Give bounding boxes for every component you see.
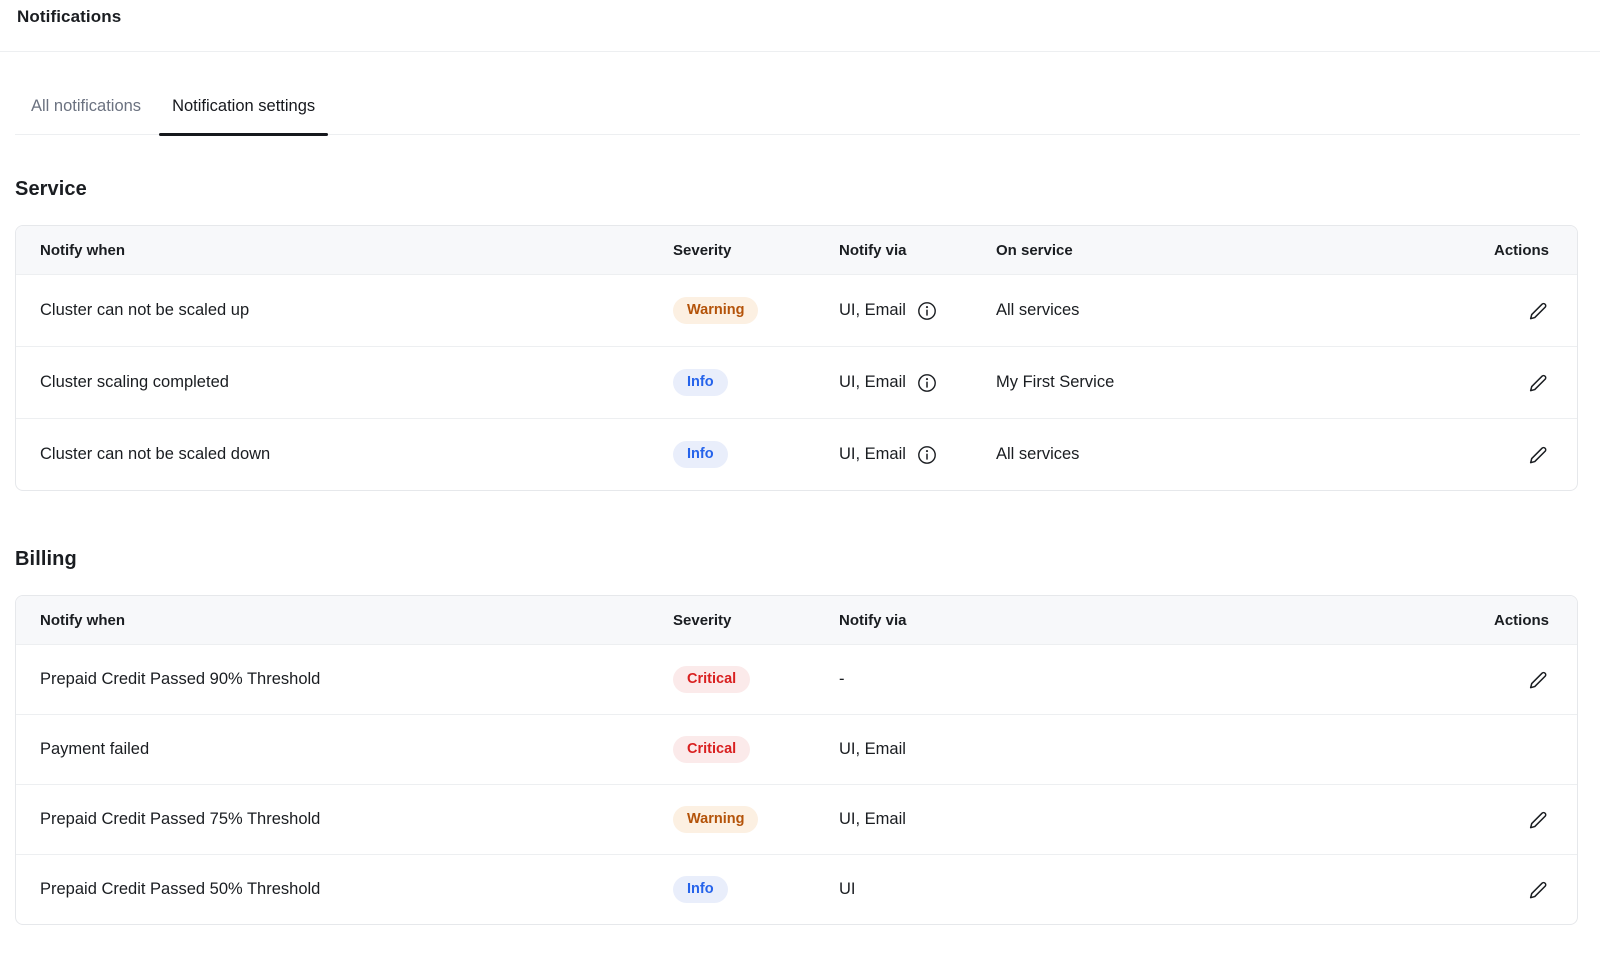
table-header: Notify when Severity Notify via Actions bbox=[16, 596, 1577, 644]
info-circle-icon[interactable] bbox=[917, 301, 937, 321]
column-header-notify-when: Notify when bbox=[40, 612, 673, 629]
notify-via-value: UI, Email bbox=[839, 740, 906, 759]
severity-badge: Info bbox=[673, 441, 728, 468]
page-header: Notifications bbox=[0, 0, 1600, 52]
column-header-notify-when: Notify when bbox=[40, 242, 673, 259]
severity-cell: Info bbox=[673, 876, 839, 903]
table-body: Cluster can not be scaled up Warning UI,… bbox=[16, 274, 1577, 490]
notify-via-cell: UI, Email bbox=[839, 445, 996, 465]
notify-via-value: UI, Email bbox=[839, 301, 906, 320]
actions-cell bbox=[1528, 669, 1549, 690]
service-section-heading: Service bbox=[15, 178, 1580, 201]
notifications-tab-bar: All notifications Notification settings bbox=[15, 89, 1580, 135]
notify-via-cell: UI bbox=[839, 880, 1493, 899]
service-section: Service Notify when Severity Notify via … bbox=[15, 178, 1580, 491]
billing-notifications-table: Notify when Severity Notify via Actions … bbox=[15, 595, 1578, 925]
edit-notification-button[interactable] bbox=[1528, 669, 1549, 690]
severity-cell: Info bbox=[673, 369, 839, 396]
column-header-actions: Actions bbox=[1493, 612, 1549, 629]
notify-via-cell: UI, Email bbox=[839, 301, 996, 321]
notify-when-cell: Prepaid Credit Passed 50% Threshold bbox=[40, 880, 673, 899]
table-row: Cluster can not be scaled up Warning UI,… bbox=[16, 274, 1577, 346]
billing-section: Billing Notify when Severity Notify via … bbox=[15, 548, 1580, 925]
notify-when-cell: Cluster can not be scaled up bbox=[40, 301, 673, 320]
column-header-severity: Severity bbox=[673, 242, 839, 259]
notify-when-cell: Cluster can not be scaled down bbox=[40, 445, 673, 464]
on-service-cell: My First Service bbox=[996, 373, 1493, 392]
actions-cell bbox=[1528, 444, 1549, 465]
severity-cell: Info bbox=[673, 441, 839, 468]
actions-cell bbox=[1528, 300, 1549, 321]
severity-badge: Critical bbox=[673, 666, 750, 693]
table-header: Notify when Severity Notify via On servi… bbox=[16, 226, 1577, 274]
edit-notification-button[interactable] bbox=[1528, 809, 1549, 830]
severity-badge: Warning bbox=[673, 806, 758, 833]
service-notifications-table: Notify when Severity Notify via On servi… bbox=[15, 225, 1578, 491]
column-header-on-service: On service bbox=[996, 242, 1493, 259]
actions-cell bbox=[1528, 879, 1549, 900]
column-header-notify-via: Notify via bbox=[839, 612, 1493, 629]
notify-via-cell: - bbox=[839, 670, 1493, 689]
column-header-severity: Severity bbox=[673, 612, 839, 629]
notify-via-value: UI, Email bbox=[839, 445, 906, 464]
notify-via-cell: UI, Email bbox=[839, 810, 1493, 829]
severity-cell: Critical bbox=[673, 736, 839, 763]
severity-badge: Info bbox=[673, 369, 728, 396]
table-row: Cluster scaling completed Info UI, Email… bbox=[16, 346, 1577, 418]
content-area: All notifications Notification settings … bbox=[0, 89, 1600, 955]
table-row: Cluster can not be scaled down Info UI, … bbox=[16, 418, 1577, 490]
page-title: Notifications bbox=[17, 7, 1583, 27]
edit-notification-button[interactable] bbox=[1528, 444, 1549, 465]
column-header-notify-via: Notify via bbox=[839, 242, 996, 259]
edit-notification-button[interactable] bbox=[1528, 372, 1549, 393]
actions-cell bbox=[1528, 372, 1549, 393]
table-row: Prepaid Credit Passed 50% Threshold Info… bbox=[16, 854, 1577, 924]
table-row: Payment failed Critical UI, Email bbox=[16, 714, 1577, 784]
info-circle-icon[interactable] bbox=[917, 373, 937, 393]
notify-when-cell: Cluster scaling completed bbox=[40, 373, 673, 392]
severity-cell: Warning bbox=[673, 806, 839, 833]
notify-via-value: - bbox=[839, 670, 845, 689]
notify-via-cell: UI, Email bbox=[839, 373, 996, 393]
tab-all-notifications[interactable]: All notifications bbox=[18, 89, 154, 134]
notify-when-cell: Payment failed bbox=[40, 740, 673, 759]
notify-when-cell: Prepaid Credit Passed 75% Threshold bbox=[40, 810, 673, 829]
notify-via-value: UI bbox=[839, 880, 856, 899]
info-circle-icon[interactable] bbox=[917, 445, 937, 465]
severity-badge: Info bbox=[673, 876, 728, 903]
severity-badge: Warning bbox=[673, 297, 758, 324]
notify-via-value: UI, Email bbox=[839, 373, 906, 392]
severity-badge: Critical bbox=[673, 736, 750, 763]
on-service-cell: All services bbox=[996, 301, 1493, 320]
billing-section-heading: Billing bbox=[15, 548, 1580, 571]
table-row: Prepaid Credit Passed 90% Threshold Crit… bbox=[16, 644, 1577, 714]
notify-via-value: UI, Email bbox=[839, 810, 906, 829]
severity-cell: Warning bbox=[673, 297, 839, 324]
notify-when-cell: Prepaid Credit Passed 90% Threshold bbox=[40, 670, 673, 689]
table-body: Prepaid Credit Passed 90% Threshold Crit… bbox=[16, 644, 1577, 924]
edit-notification-button[interactable] bbox=[1528, 300, 1549, 321]
column-header-actions: Actions bbox=[1493, 242, 1549, 259]
tab-notification-settings[interactable]: Notification settings bbox=[159, 89, 328, 134]
severity-cell: Critical bbox=[673, 666, 839, 693]
table-row: Prepaid Credit Passed 75% Threshold Warn… bbox=[16, 784, 1577, 854]
edit-notification-button[interactable] bbox=[1528, 879, 1549, 900]
notify-via-cell: UI, Email bbox=[839, 740, 1493, 759]
on-service-cell: All services bbox=[996, 445, 1493, 464]
actions-cell bbox=[1528, 809, 1549, 830]
